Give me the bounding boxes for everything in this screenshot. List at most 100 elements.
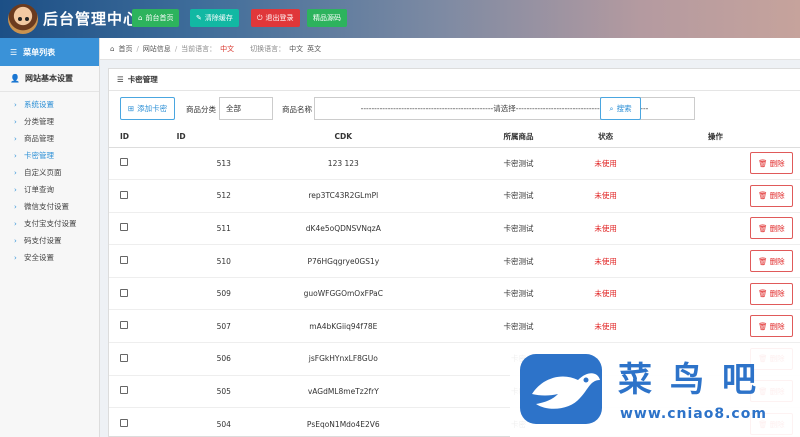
row-id: 506 — [138, 342, 231, 376]
row-checkbox-cell — [109, 277, 139, 311]
row-status: 未使用 — [581, 179, 630, 213]
row-cdk: vAGdML8meTz2frY — [230, 375, 456, 409]
chevron-right-icon: › — [14, 202, 17, 211]
language-option-zh[interactable]: 中文 — [289, 44, 303, 54]
column-header-cdk: CDK — [230, 127, 456, 148]
row-checkbox[interactable] — [120, 321, 128, 330]
category-label: 商品分类 — [186, 105, 216, 114]
switch-language-label: 切换语言： — [250, 44, 286, 53]
sidebar-item-products[interactable]: › 商品管理 — [0, 130, 99, 147]
sidebar: ☰ 菜单列表 👤 网站基本设置 › 系统设置 › 分类管理 › 商品管理 › 卡密管理 … — [0, 38, 100, 437]
row-product: 卡密测试 — [455, 212, 582, 246]
delete-button[interactable]: 🗑 删除 — [750, 152, 793, 175]
row-status: 未使用 — [581, 244, 630, 278]
row-id: 511 — [138, 212, 231, 246]
row-checkbox[interactable] — [120, 353, 128, 362]
row-id: 510 — [138, 244, 231, 278]
row-checkbox-cell — [109, 342, 139, 376]
trash-icon: 🗑 — [758, 223, 768, 233]
delete-button[interactable]: 🗑 删除 — [750, 315, 793, 338]
row-cdk: mA4bKGiiq94f78E — [230, 309, 456, 344]
add-card-button[interactable]: ⊞ 添加卡密 — [120, 97, 175, 120]
row-status: 未使用 — [581, 212, 630, 246]
sidebar-item-cards[interactable]: › 卡密管理 — [0, 147, 99, 164]
row-cdk: dK4e5oQDNSVNqzA — [230, 212, 456, 246]
breadcrumb-home[interactable]: 首页 — [118, 44, 132, 54]
row-cdk: PsEqoN1Mdo4E2V6 — [230, 407, 456, 437]
delete-button[interactable]: 🗑 删除 — [750, 250, 793, 273]
sidebar-item-code-pay[interactable]: › 码支付设置 — [0, 232, 99, 249]
sidebar-item-custom-pages[interactable]: › 自定义页面 — [0, 164, 99, 181]
row-actions: 🗑 删除 — [629, 309, 800, 344]
row-checkbox-cell — [109, 375, 139, 409]
sidebar-item-system-settings[interactable]: › 系统设置 — [0, 96, 99, 113]
delete-button[interactable]: 🗑 删除 — [750, 217, 793, 240]
row-checkbox[interactable] — [120, 223, 128, 232]
home-icon: ⌂ — [110, 44, 115, 53]
current-language-label: 当前语言： — [181, 44, 217, 53]
trash-icon: 🗑 — [758, 256, 768, 266]
sidebar-item-security[interactable]: › 安全设置 — [0, 249, 99, 266]
frontend-home-button[interactable]: ⌂ 前台首页 — [132, 9, 180, 27]
current-language: 中文 — [220, 44, 235, 53]
sidebar-item-category[interactable]: › 分类管理 — [0, 113, 99, 130]
row-id: 512 — [138, 179, 231, 213]
breadcrumb-section[interactable]: 网站信息 — [143, 44, 171, 54]
row-checkbox[interactable] — [120, 288, 128, 297]
home-icon: ⌂ — [138, 14, 143, 22]
column-header-select: ID — [109, 127, 139, 148]
chevron-right-icon: › — [14, 236, 17, 245]
table-row: 512 rep3TC43R2GLmPl 卡密测试 未使用 🗑 删除 — [109, 179, 800, 213]
breadcrumb-separator: / — [136, 44, 139, 53]
row-checkbox-cell — [109, 147, 139, 181]
logout-button[interactable]: ⏻ 退出登录 — [251, 9, 300, 27]
breadcrumb-separator: / — [174, 44, 178, 53]
sidebar-item-alipay[interactable]: › 支付宝支付设置 — [0, 215, 99, 232]
row-cdk: 123 123 — [230, 147, 456, 181]
row-checkbox[interactable] — [120, 419, 128, 428]
row-id: 513 — [138, 147, 231, 181]
row-checkbox-cell — [109, 407, 139, 437]
row-product: 卡密测试 — [455, 179, 582, 213]
row-actions: 🗑 删除 — [629, 212, 800, 246]
column-header-product: 所属商品 — [455, 127, 582, 148]
watermark-url: www.cniao8.com — [620, 406, 767, 422]
row-checkbox[interactable] — [120, 386, 128, 395]
row-checkbox-cell — [109, 244, 139, 278]
row-status: 未使用 — [581, 147, 630, 181]
row-actions: 🗑 删除 — [629, 179, 800, 213]
row-checkbox[interactable] — [120, 190, 128, 199]
row-status: 未使用 — [581, 309, 630, 344]
search-button[interactable]: ⌕ 搜索 — [600, 97, 641, 120]
row-product: 卡密测试 — [455, 244, 582, 278]
row-checkbox[interactable] — [120, 158, 128, 167]
row-actions: 🗑 删除 — [629, 277, 800, 311]
table-row: 513 123 123 卡密测试 未使用 🗑 删除 — [109, 147, 800, 181]
language-option-en[interactable]: 英文 — [307, 44, 321, 54]
chevron-right-icon: › — [14, 219, 17, 228]
sidebar-item-orders[interactable]: › 订单查询 — [0, 181, 99, 198]
chevron-right-icon: › — [14, 151, 17, 160]
sidebar-group-site-settings[interactable]: 👤 网站基本设置 — [0, 66, 99, 92]
product-name-label: 商品名称 — [282, 105, 312, 114]
trash-icon: 🗑 — [758, 158, 768, 168]
row-cdk: rep3TC43R2GLmPl — [230, 179, 456, 213]
trash-icon: 🗑 — [758, 289, 768, 299]
delete-button[interactable]: 🗑 删除 — [750, 282, 793, 305]
row-checkbox[interactable] — [120, 256, 128, 265]
table-header-row: ID ID CDK 所属商品 状态 操作 — [109, 127, 800, 148]
table-row: 510 P76HGqgrye0GS1y 卡密测试 未使用 🗑 删除 — [109, 244, 800, 278]
list-icon: ☰ — [117, 75, 124, 84]
toolbar: ⊞ 添加卡密 商品分类 全部 商品名称 --------------------… — [109, 91, 800, 125]
sidebar-item-wechat-pay[interactable]: › 微信支付设置 — [0, 198, 99, 215]
delete-button[interactable]: 🗑 删除 — [750, 184, 793, 207]
clear-cache-button[interactable]: ✎ 清除缓存 — [190, 9, 239, 27]
category-select[interactable]: 全部 — [219, 97, 273, 120]
logo-avatar — [8, 4, 38, 34]
row-status: 未使用 — [581, 277, 630, 311]
row-id: 507 — [138, 309, 231, 344]
row-cdk: jsFGkHYnxLF8GUo — [230, 342, 456, 376]
search-icon: ⌕ — [609, 103, 614, 113]
premium-source-button[interactable]: 精品源码 — [307, 9, 347, 27]
app-title: 后台管理中心 — [43, 10, 140, 28]
